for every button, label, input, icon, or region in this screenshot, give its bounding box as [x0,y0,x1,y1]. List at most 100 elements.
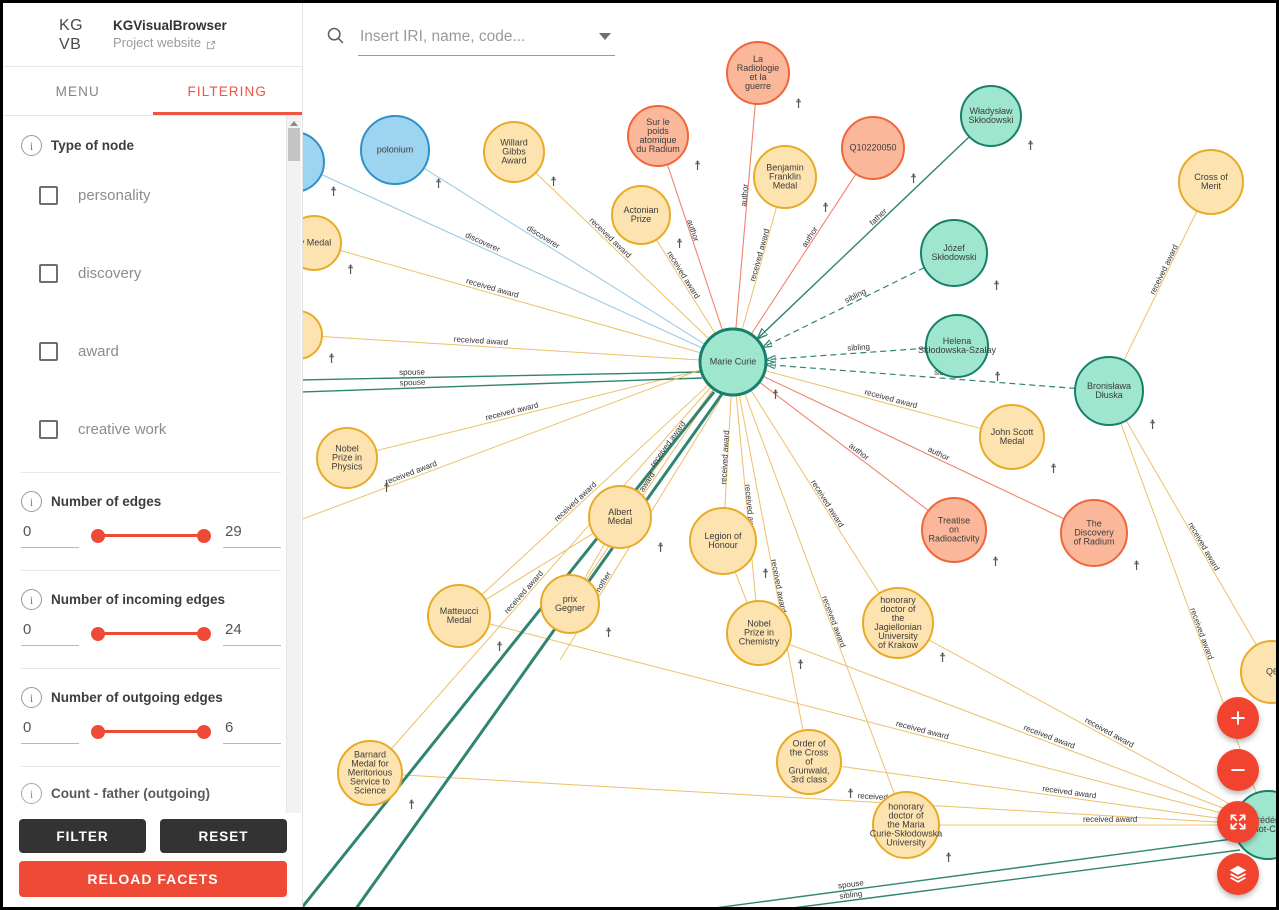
graph-node[interactable]: AlbertMedal [588,485,652,549]
node-circle[interactable] [689,507,757,575]
node-circle[interactable] [303,310,323,360]
graph-edge[interactable] [766,347,927,359]
pin-icon[interactable]: ☨ [797,658,804,673]
reset-button[interactable]: RESET [160,819,287,853]
pin-icon[interactable]: ☨ [328,352,335,367]
node-circle[interactable] [979,404,1045,470]
graph-edge[interactable] [758,381,929,512]
pin-icon[interactable]: ☨ [330,185,337,200]
graph-node[interactable]: LaRadiologieet laguerre [726,41,790,105]
graph-edge[interactable] [375,369,702,452]
graph-node[interactable]: MatteucciMedal [427,584,491,648]
graph-edge[interactable] [741,206,778,331]
checkbox-award[interactable] [39,341,58,361]
graph-edge[interactable] [355,393,724,907]
pin-icon[interactable]: ☨ [772,388,779,403]
node-circle[interactable] [920,219,988,287]
pin-icon[interactable]: ☨ [657,541,664,556]
node-circle[interactable] [753,145,817,209]
graph-node[interactable]: NobelPrize inChemistry [726,600,792,666]
graph-node[interactable]: Marie Curie [698,327,768,397]
node-circle[interactable] [1240,640,1276,704]
graph-node[interactable]: honorarydoctor oftheJagiellonianUniversi… [862,587,934,659]
graph-node[interactable]: honorarydoctor ofthe MariaCurie-Skłodows… [870,791,943,859]
facet-option-creative-work[interactable]: creative work [21,390,281,468]
graph-edge[interactable] [700,849,1241,907]
node-circle[interactable] [925,314,989,378]
facet-option-award[interactable]: award [21,312,281,390]
node-circle[interactable] [1060,499,1128,567]
pin-icon[interactable]: ☨ [992,555,999,570]
sidebar-scrollbar[interactable] [286,116,301,830]
pin-icon[interactable]: ☨ [1027,139,1034,154]
pin-icon[interactable]: ☨ [795,97,802,112]
graph-edge[interactable] [724,394,732,509]
graph-edge[interactable] [1125,420,1257,646]
pin-icon[interactable]: ☨ [1050,462,1057,477]
node-circle[interactable] [862,587,934,659]
info-icon[interactable]: i [21,589,42,610]
node-circle[interactable] [960,85,1022,147]
node-circle[interactable] [483,121,545,183]
graph-node[interactable]: BenjaminFranklinMedal [753,145,817,209]
graph-canvas[interactable]: discoverer discoverer received award receiv… [303,3,1276,907]
graph-edge[interactable] [928,639,1239,810]
project-website-link[interactable]: Project website [113,34,227,52]
graph-node[interactable] [303,132,325,192]
node-circle[interactable] [726,41,790,105]
graph-node[interactable]: HelenaSkłodowska-Szalay [918,314,997,378]
node-circle[interactable] [337,740,403,806]
graph-node[interactable]: John ScottMedal [979,404,1045,470]
node-circle[interactable] [921,497,987,563]
pin-icon[interactable]: ☨ [939,651,946,666]
pin-icon[interactable]: ☨ [605,626,612,641]
graph-node[interactable]: ActonianPrize [611,185,671,245]
graph-edge[interactable] [321,335,701,361]
node-circle[interactable] [841,116,905,180]
graph-node[interactable]: JózefSkłodowski [920,219,988,287]
min-value-input[interactable]: 0 [21,621,79,646]
info-icon[interactable]: i [21,687,42,708]
graph-node[interactable]: Legion ofHonour [689,507,757,575]
graph-edge[interactable] [788,643,1237,814]
node-circle[interactable] [303,215,342,271]
graph-edge[interactable] [1123,210,1198,361]
search-input[interactable] [358,26,599,47]
slider-handle-min[interactable] [91,528,105,543]
range-slider[interactable] [89,624,213,644]
graph-node[interactable]: WładysławSkłodowski [960,85,1022,147]
min-value-input[interactable]: 0 [21,523,79,548]
tab-menu[interactable]: MENU [3,67,153,115]
max-value-input[interactable]: 24 [223,621,281,646]
node-circle[interactable] [303,132,325,192]
graph-node[interactable]: TreatiseonRadioactivity [921,497,987,563]
pin-icon[interactable]: ☨ [993,279,1000,294]
graph-edge[interactable] [766,365,1076,389]
graph-edge[interactable] [700,837,1241,907]
node-circle[interactable] [776,729,842,795]
slider-handle-max[interactable] [197,626,211,641]
slider-handle-min[interactable] [91,724,105,739]
graph-edge[interactable] [734,571,748,604]
node-circle[interactable] [611,185,671,245]
graph-node[interactable]: polonium [360,115,430,185]
max-value-input[interactable]: 6 [223,719,281,744]
pin-icon[interactable]: ☨ [910,172,917,187]
fit-to-screen-button[interactable] [1217,801,1259,843]
pin-icon[interactable]: ☨ [822,201,829,216]
filter-button[interactable]: FILTER [19,819,146,853]
node-circle[interactable] [588,485,652,549]
node-circle[interactable] [726,600,792,666]
pin-icon[interactable]: ☨ [347,263,354,278]
node-circle[interactable] [360,115,430,185]
pin-icon[interactable]: ☨ [676,237,683,252]
graph-node[interactable]: Q6 [1240,640,1276,704]
graph-edge[interactable] [764,370,982,430]
zoom-in-button[interactable] [1217,697,1259,739]
layers-button[interactable] [1217,853,1259,895]
graph-edge[interactable] [488,623,1236,817]
info-icon[interactable]: i [21,491,42,512]
pin-icon[interactable]: ☨ [550,175,557,190]
graph-node[interactable]: Order ofthe CrossofGrunwald,3rd class [776,729,842,795]
pin-icon[interactable]: ☨ [383,481,390,496]
